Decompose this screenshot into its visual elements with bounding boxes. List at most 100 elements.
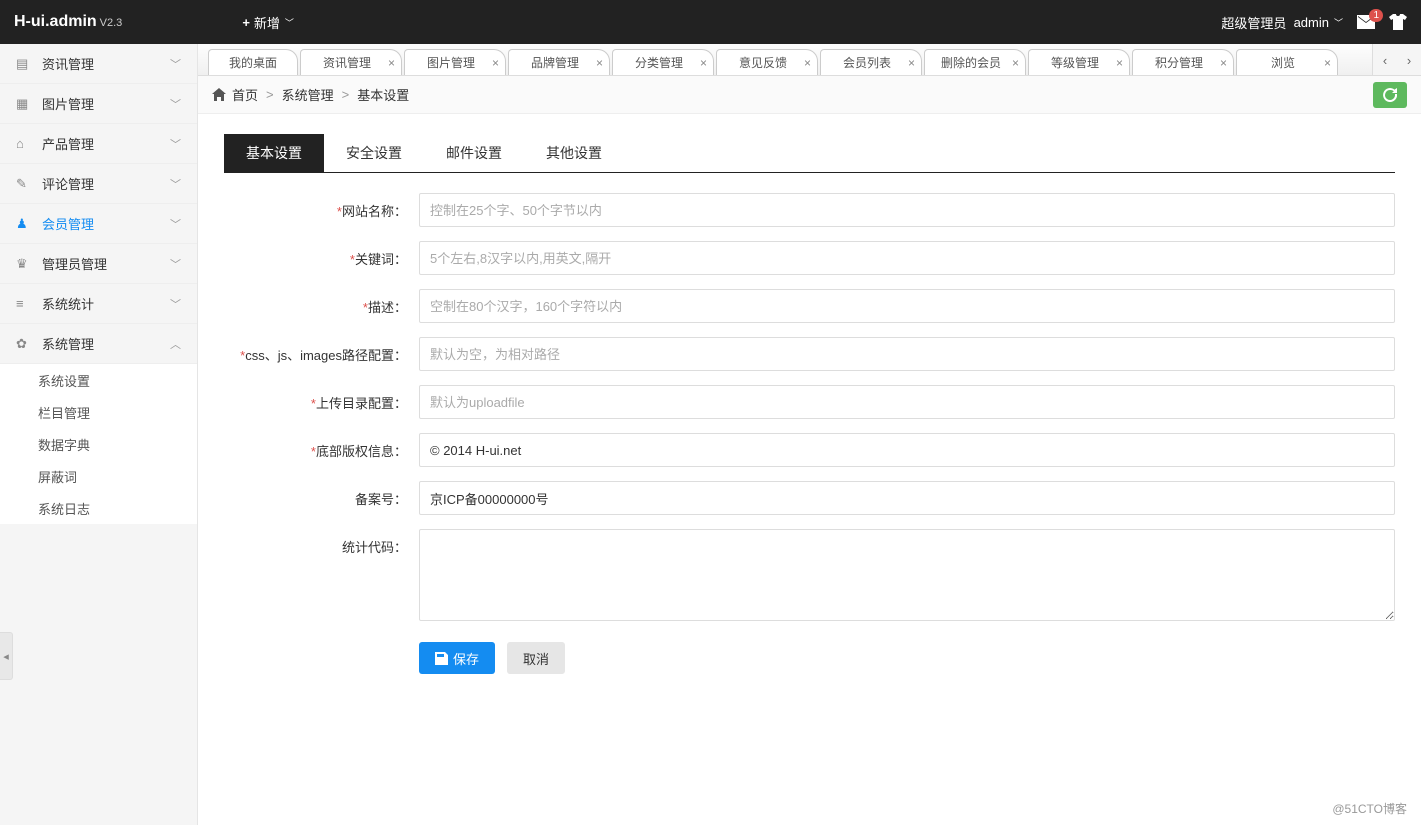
- page-tab[interactable]: 分类管理 ×: [612, 49, 714, 75]
- page-tab[interactable]: 资讯管理 ×: [300, 49, 402, 75]
- textarea-stats-code[interactable]: [419, 529, 1395, 621]
- tab-label: 品牌管理: [531, 54, 579, 71]
- label-site-name: *网站名称：: [224, 193, 419, 220]
- sidebar-collapse-handle[interactable]: ◂: [0, 632, 13, 680]
- page-tab[interactable]: 我的桌面: [208, 49, 298, 75]
- sidebar-subitem[interactable]: 数据字典: [0, 428, 197, 460]
- tab-other-settings[interactable]: 其他设置: [524, 134, 624, 172]
- sidebar-item-product[interactable]: ⌂产品管理﹀: [0, 124, 197, 164]
- page-tab[interactable]: 会员列表×: [820, 49, 922, 75]
- close-icon[interactable]: ×: [1116, 57, 1123, 69]
- sidebar-subitem[interactable]: 栏目管理: [0, 396, 197, 428]
- close-icon[interactable]: ×: [804, 57, 811, 69]
- page-tab[interactable]: 删除的会员×: [924, 49, 1026, 75]
- input-copyright[interactable]: [419, 433, 1395, 467]
- label-stats-code: 统计代码：: [224, 529, 419, 556]
- input-site-name[interactable]: [419, 193, 1395, 227]
- sidebar-subitem[interactable]: 屏蔽词: [0, 460, 197, 492]
- close-icon[interactable]: ×: [492, 57, 499, 69]
- chevron-down-icon: ﹀: [170, 96, 181, 112]
- close-icon[interactable]: ×: [1012, 57, 1019, 69]
- tab-scroll-left[interactable]: ‹: [1373, 53, 1397, 68]
- sidebar-item-member[interactable]: ♟会员管理﹀: [0, 204, 197, 244]
- news-icon: ▤: [16, 56, 32, 72]
- logo: H-ui.adminV2.3: [14, 13, 122, 31]
- input-icp[interactable]: [419, 481, 1395, 515]
- page-tab[interactable]: 意见反馈×: [716, 49, 818, 75]
- close-icon[interactable]: ×: [388, 57, 395, 69]
- admin-icon: ♛: [16, 256, 32, 272]
- sidebar-item-label: 系统统计: [42, 294, 94, 313]
- breadcrumb-home[interactable]: 首页: [232, 85, 258, 104]
- tab-label: 我的桌面: [229, 54, 277, 71]
- sidebar-item-label: 会员管理: [42, 214, 94, 233]
- sidebar-subitem[interactable]: 系统日志: [0, 492, 197, 524]
- chevron-down-icon: ﹀: [170, 296, 181, 312]
- tab-label: 浏览: [1271, 54, 1295, 71]
- save-icon: [435, 652, 448, 665]
- cancel-button[interactable]: 取消: [507, 642, 565, 674]
- sidebar-item-label: 产品管理: [42, 134, 94, 153]
- sidebar-item-label: 评论管理: [42, 174, 94, 193]
- breadcrumb-l1[interactable]: 系统管理: [282, 85, 334, 104]
- tab-basic-settings[interactable]: 基本设置: [224, 134, 324, 172]
- tab-security-settings[interactable]: 安全设置: [324, 134, 424, 172]
- tab-label: 等级管理: [1051, 54, 1099, 71]
- sidebar-item-comment[interactable]: ✎ 评论管理 ﹀: [0, 164, 197, 204]
- input-upload[interactable]: [419, 385, 1395, 419]
- top-header: H-ui.adminV2.3 + 新增 ﹀ 超级管理员 admin ﹀ 1: [0, 0, 1421, 44]
- skin-button[interactable]: [1389, 14, 1407, 30]
- plus-icon: +: [242, 15, 250, 30]
- sidebar: ▤资讯管理﹀▦图片管理﹀⌂产品管理﹀✎评论管理﹀♟会员管理﹀♛管理员管理﹀≡系统…: [0, 44, 198, 825]
- chevron-down-icon: ﹀: [170, 176, 181, 192]
- sidebar-item-image[interactable]: ▦图片管理﹀: [0, 84, 197, 124]
- comment-icon: ✎: [16, 176, 32, 192]
- home-icon: [212, 88, 226, 101]
- chevron-down-icon: ﹀: [170, 56, 181, 72]
- new-dropdown[interactable]: + 新增 ﹀: [242, 13, 294, 32]
- user-dropdown[interactable]: 超级管理员 admin ﹀: [1221, 13, 1343, 32]
- page-tab[interactable]: 积分管理 ×: [1132, 49, 1234, 75]
- tab-label: 分类管理: [635, 54, 683, 71]
- product-icon: ⌂: [16, 136, 32, 151]
- page-tab[interactable]: 等级管理 ×: [1028, 49, 1130, 75]
- tab-nav: ‹ ›: [1372, 44, 1421, 76]
- tab-mail-settings[interactable]: 邮件设置: [424, 134, 524, 172]
- sidebar-item-label: 资讯管理: [42, 54, 94, 73]
- chevron-down-icon: ﹀: [285, 16, 294, 29]
- page-tab[interactable]: 浏览 ×: [1236, 49, 1338, 75]
- sidebar-item-stats[interactable]: ≡ 系统统计 ﹀: [0, 284, 197, 324]
- input-description[interactable]: [419, 289, 1395, 323]
- tab-bar: 我的桌面资讯管理×图片管理×品牌管理×分类管理×意见反馈×会员列表×删除的会员×…: [198, 44, 1421, 76]
- page-tab[interactable]: 品牌管理 ×: [508, 49, 610, 75]
- main-area: 我的桌面资讯管理×图片管理×品牌管理×分类管理×意见反馈×会员列表×删除的会员×…: [198, 44, 1421, 825]
- save-button[interactable]: 保存: [419, 642, 495, 674]
- chevron-up-icon: ︿: [170, 336, 181, 352]
- image-icon: ▦: [16, 96, 32, 112]
- tab-label: 资讯管理: [323, 54, 371, 71]
- page-tab[interactable]: 图片管理×: [404, 49, 506, 75]
- sidebar-item-label: 管理员管理: [42, 254, 107, 273]
- close-icon[interactable]: ×: [700, 57, 707, 69]
- close-icon[interactable]: ×: [596, 57, 603, 69]
- sidebar-item-news[interactable]: ▤ 资讯管理 ﹀: [0, 44, 197, 84]
- chevron-down-icon: ﹀: [1334, 16, 1343, 29]
- close-icon[interactable]: ×: [1324, 57, 1331, 69]
- label-path: *css、js、images路径配置：: [224, 337, 419, 364]
- tab-scroll-right[interactable]: ›: [1397, 53, 1421, 68]
- refresh-icon: [1383, 88, 1397, 102]
- sidebar-subitem[interactable]: 系统设置: [0, 364, 197, 396]
- sidebar-item-admin[interactable]: ♛管理员管理﹀: [0, 244, 197, 284]
- content: 基本设置 安全设置 邮件设置 其他设置 *网站名称： *关键词： *描述： *c…: [198, 114, 1421, 825]
- label-keywords: *关键词：: [224, 241, 419, 268]
- stats-icon: ≡: [16, 296, 32, 311]
- tab-label: 积分管理: [1155, 54, 1203, 71]
- input-keywords[interactable]: [419, 241, 1395, 275]
- label-description: *描述：: [224, 289, 419, 316]
- mail-button[interactable]: 1: [1357, 15, 1375, 29]
- close-icon[interactable]: ×: [908, 57, 915, 69]
- sidebar-item-system[interactable]: ✿系统管理︿: [0, 324, 197, 364]
- close-icon[interactable]: ×: [1220, 57, 1227, 69]
- input-path[interactable]: [419, 337, 1395, 371]
- refresh-button[interactable]: [1373, 82, 1407, 108]
